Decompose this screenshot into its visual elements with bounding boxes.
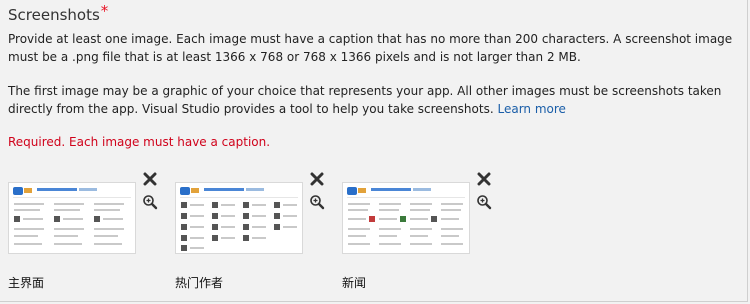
screenshot-thumbnail[interactable] [175, 182, 303, 254]
screenshot-item: 热门作者 [175, 172, 340, 290]
screenshot-thumbnail[interactable] [342, 182, 470, 254]
screenshot-thumbnail[interactable] [8, 182, 136, 254]
close-icon[interactable] [477, 172, 491, 186]
screenshot-item: 主界面 [8, 172, 173, 290]
guidance-body: The first image may be a graphic of your… [8, 84, 722, 116]
required-marker: * [100, 2, 109, 20]
section-heading: Screenshots* [8, 2, 108, 24]
close-icon[interactable] [310, 172, 324, 186]
learn-more-link[interactable]: Learn more [497, 102, 565, 116]
guidance-text: The first image may be a graphic of your… [8, 82, 743, 118]
screenshot-caption[interactable]: 新闻 [342, 274, 366, 291]
screenshot-caption[interactable]: 主界面 [8, 274, 44, 291]
validation-error: Required. Each image must have a caption… [8, 135, 271, 149]
screenshot-item: 新闻 [342, 172, 507, 290]
requirements-text: Provide at least one image. Each image m… [8, 32, 733, 64]
close-icon[interactable] [143, 172, 157, 186]
screenshots-section: Screenshots* Provide at least one image.… [0, 0, 748, 302]
zoom-in-icon[interactable] [309, 194, 325, 210]
zoom-in-icon[interactable] [476, 194, 492, 210]
screenshot-caption[interactable]: 热门作者 [175, 274, 223, 291]
section-title: Screenshots [8, 6, 100, 24]
zoom-in-icon[interactable] [142, 194, 158, 210]
